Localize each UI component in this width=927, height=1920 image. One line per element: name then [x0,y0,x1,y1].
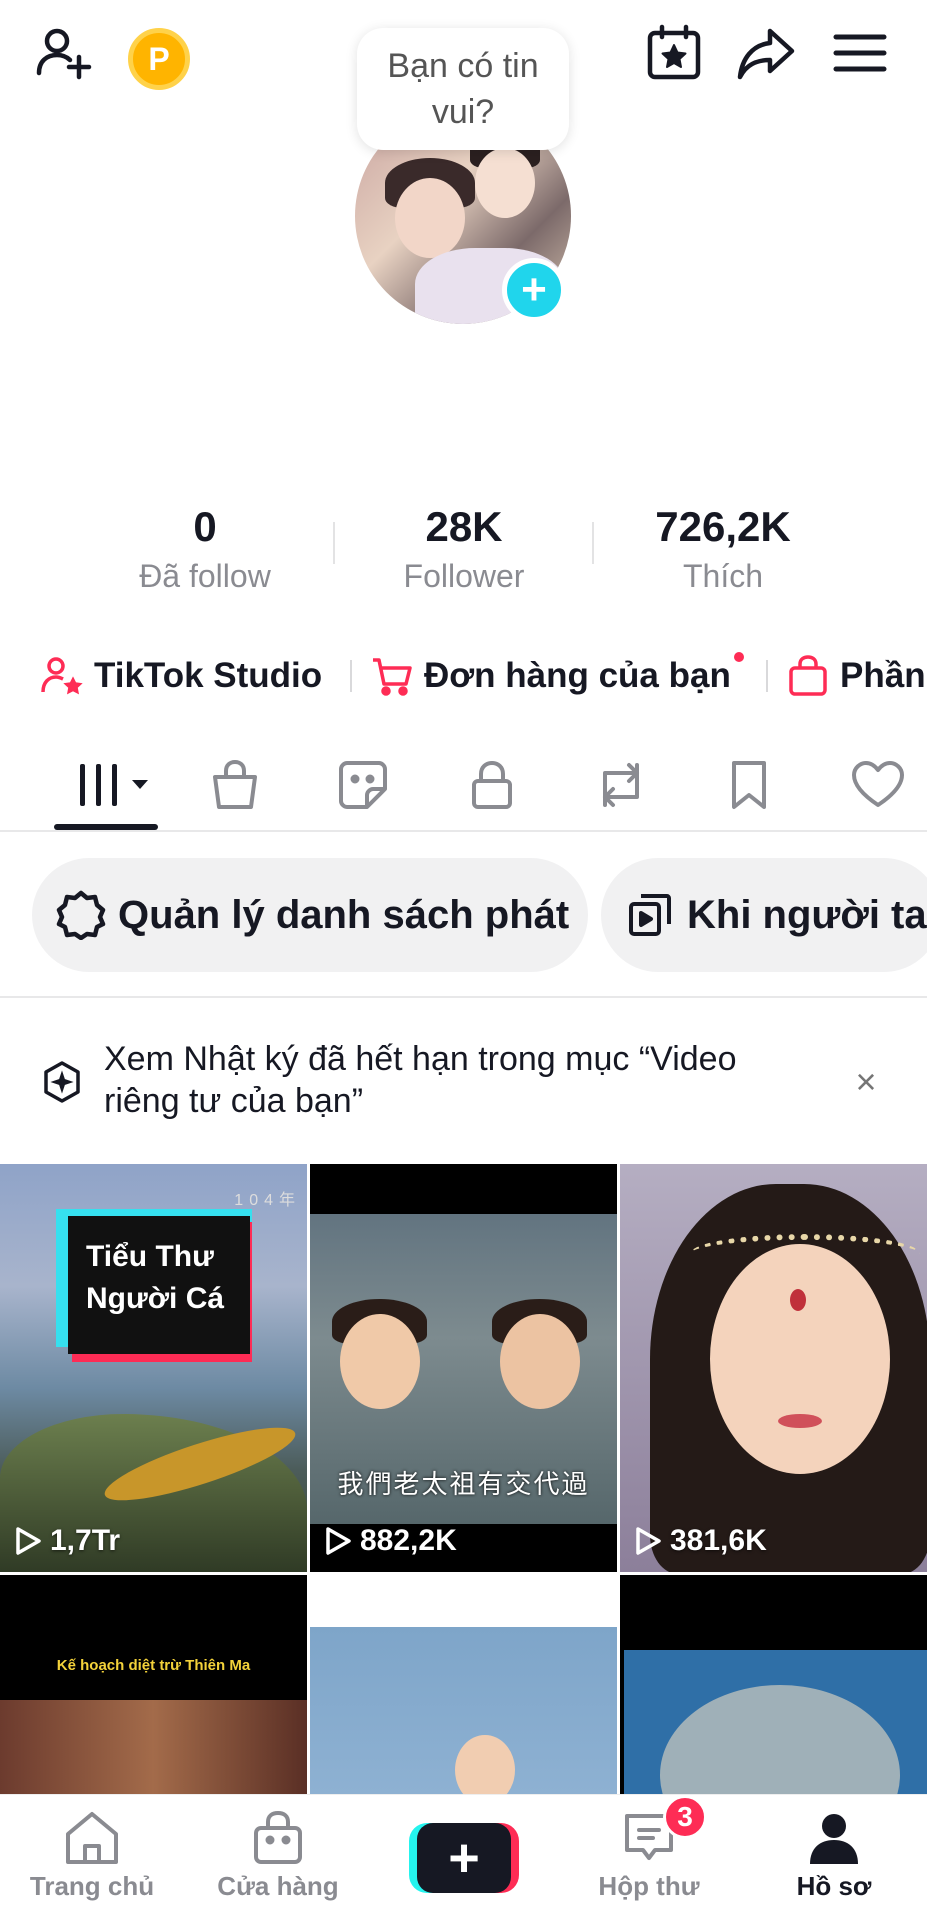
playlist-icon [623,888,677,942]
video-overlay-text: Kế hoạch diệt trừ Thiên Ma [56,1657,251,1674]
add-friend-icon[interactable] [32,22,94,84]
person-star-icon [40,654,84,698]
play-icon [636,1527,661,1555]
profile-icon [802,1809,866,1867]
divider [592,522,594,564]
tab-private[interactable] [457,754,527,816]
nav-home[interactable]: Trang chủ [12,1809,172,1902]
orders-label: Đơn hàng của bạn [424,656,731,695]
content-tabs [0,740,927,832]
view-count: 882,2K [324,1524,457,1558]
nav-shop[interactable]: Cửa hàng [198,1809,358,1902]
video-thumbnail[interactable] [620,1575,927,1794]
menu-icon[interactable] [829,22,891,84]
shop-bag-icon [246,1809,310,1867]
nav-inbox[interactable]: 3 Hộp thư [569,1795,729,1902]
bottom-nav: Trang chủ Cửa hàng + 3 Hộp thư Hồ sơ [0,1794,927,1920]
plus-icon: + [417,1823,511,1893]
video-thumbnail[interactable]: 我們老太祖有交代過 882,2K [310,1164,617,1572]
tab-reposts[interactable] [586,754,656,816]
nav-home-label: Trang chủ [29,1871,155,1901]
expired-diary-notice[interactable]: Xem Nhật ký đã hết hạn trong mục “Video … [0,1036,927,1132]
tab-shop[interactable] [200,754,270,816]
video-thumbnail[interactable]: Kế hoạch diệt trừ Thiên Ma [0,1575,307,1794]
stat-value: 28K [425,503,503,550]
video-thumbnail[interactable]: 104年 Tiểu Thư Người Cá 1,7Tr [0,1164,307,1572]
create-button[interactable]: + [409,1823,519,1893]
divider [0,996,927,998]
status-bubble[interactable]: Bạn có tin vui? [357,28,569,150]
stat-label: Đã follow [139,558,271,594]
view-count: 381,6K [634,1524,767,1558]
video-grid: 104年 Tiểu Thư Người Cá 1,7Tr 我們老太祖有交代過 8… [0,1164,927,1794]
inbox-badge: 3 [663,1795,707,1839]
video-thumbnail[interactable]: 381,6K [620,1164,927,1572]
manage-playlists-label: Quản lý danh sách phát [118,892,570,937]
profile-links: TikTok Studio Đơn hàng của bạn Phần [0,648,927,704]
stat-likes[interactable]: 726,2K Thích [603,500,843,598]
stat-value: 0 [193,503,217,550]
top-bar: P Bạn có tin vui? [0,0,927,150]
manage-playlists-button[interactable]: Quản lý danh sách phát [32,858,588,972]
divider [350,660,352,692]
tab-saved[interactable] [714,754,784,816]
coin-icon[interactable]: P [128,28,190,90]
tiktok-studio-link[interactable]: TikTok Studio [40,648,322,704]
sparkle-icon [44,1061,80,1103]
stat-followers[interactable]: 28K Follower [344,500,584,598]
showcase-label: Phần [840,656,926,695]
play-icon [16,1527,41,1555]
notice-text: Xem Nhật ký đã hết hạn trong mục “Video … [104,1040,737,1120]
tab-liked[interactable] [843,754,913,816]
play-icon [326,1527,351,1555]
close-icon[interactable]: × [846,1061,886,1102]
tab-videos[interactable] [74,754,158,816]
nav-profile-label: Hồ sơ [796,1871,872,1901]
home-icon [60,1809,124,1867]
nav-shop-label: Cửa hàng [217,1871,339,1901]
showcase-link[interactable]: Phần [786,648,926,704]
cart-icon [370,654,414,698]
stat-following[interactable]: 0 Đã follow [85,500,325,598]
nav-inbox-label: Hộp thư [598,1871,700,1901]
orders-link[interactable]: Đơn hàng của bạn [370,648,731,704]
nav-profile[interactable]: Hồ sơ [754,1809,914,1902]
stat-label: Thích [682,558,764,594]
notification-dot [734,652,744,662]
when-people-button[interactable]: Khi người ta [601,858,927,972]
share-icon[interactable] [735,22,797,84]
view-count: 1,7Tr [14,1524,120,1558]
divider [766,660,768,692]
tab-indicator [54,824,158,830]
video-thumbnail[interactable] [310,1575,617,1794]
shopping-bag-icon [786,654,830,698]
tiktok-studio-label: TikTok Studio [94,656,323,695]
divider [333,522,335,564]
tab-stickers[interactable] [328,754,398,816]
video-overlay-text: Tiểu Thư Người Cá [68,1216,250,1354]
gear-icon [54,888,108,942]
inbox-icon: 3 [617,1795,707,1867]
add-avatar-icon[interactable]: + [502,258,566,322]
calendar-star-icon[interactable] [643,22,705,84]
stat-value: 726,2K [655,503,791,550]
profile-stats: 0 Đã follow 28K Follower 726,2K Thích [0,500,927,600]
corner-text: 104年 [234,1192,301,1209]
stat-label: Follower [403,558,525,594]
when-people-label: Khi người ta [687,892,927,937]
video-subtitle: 我們老太祖有交代過 [337,1470,590,1500]
